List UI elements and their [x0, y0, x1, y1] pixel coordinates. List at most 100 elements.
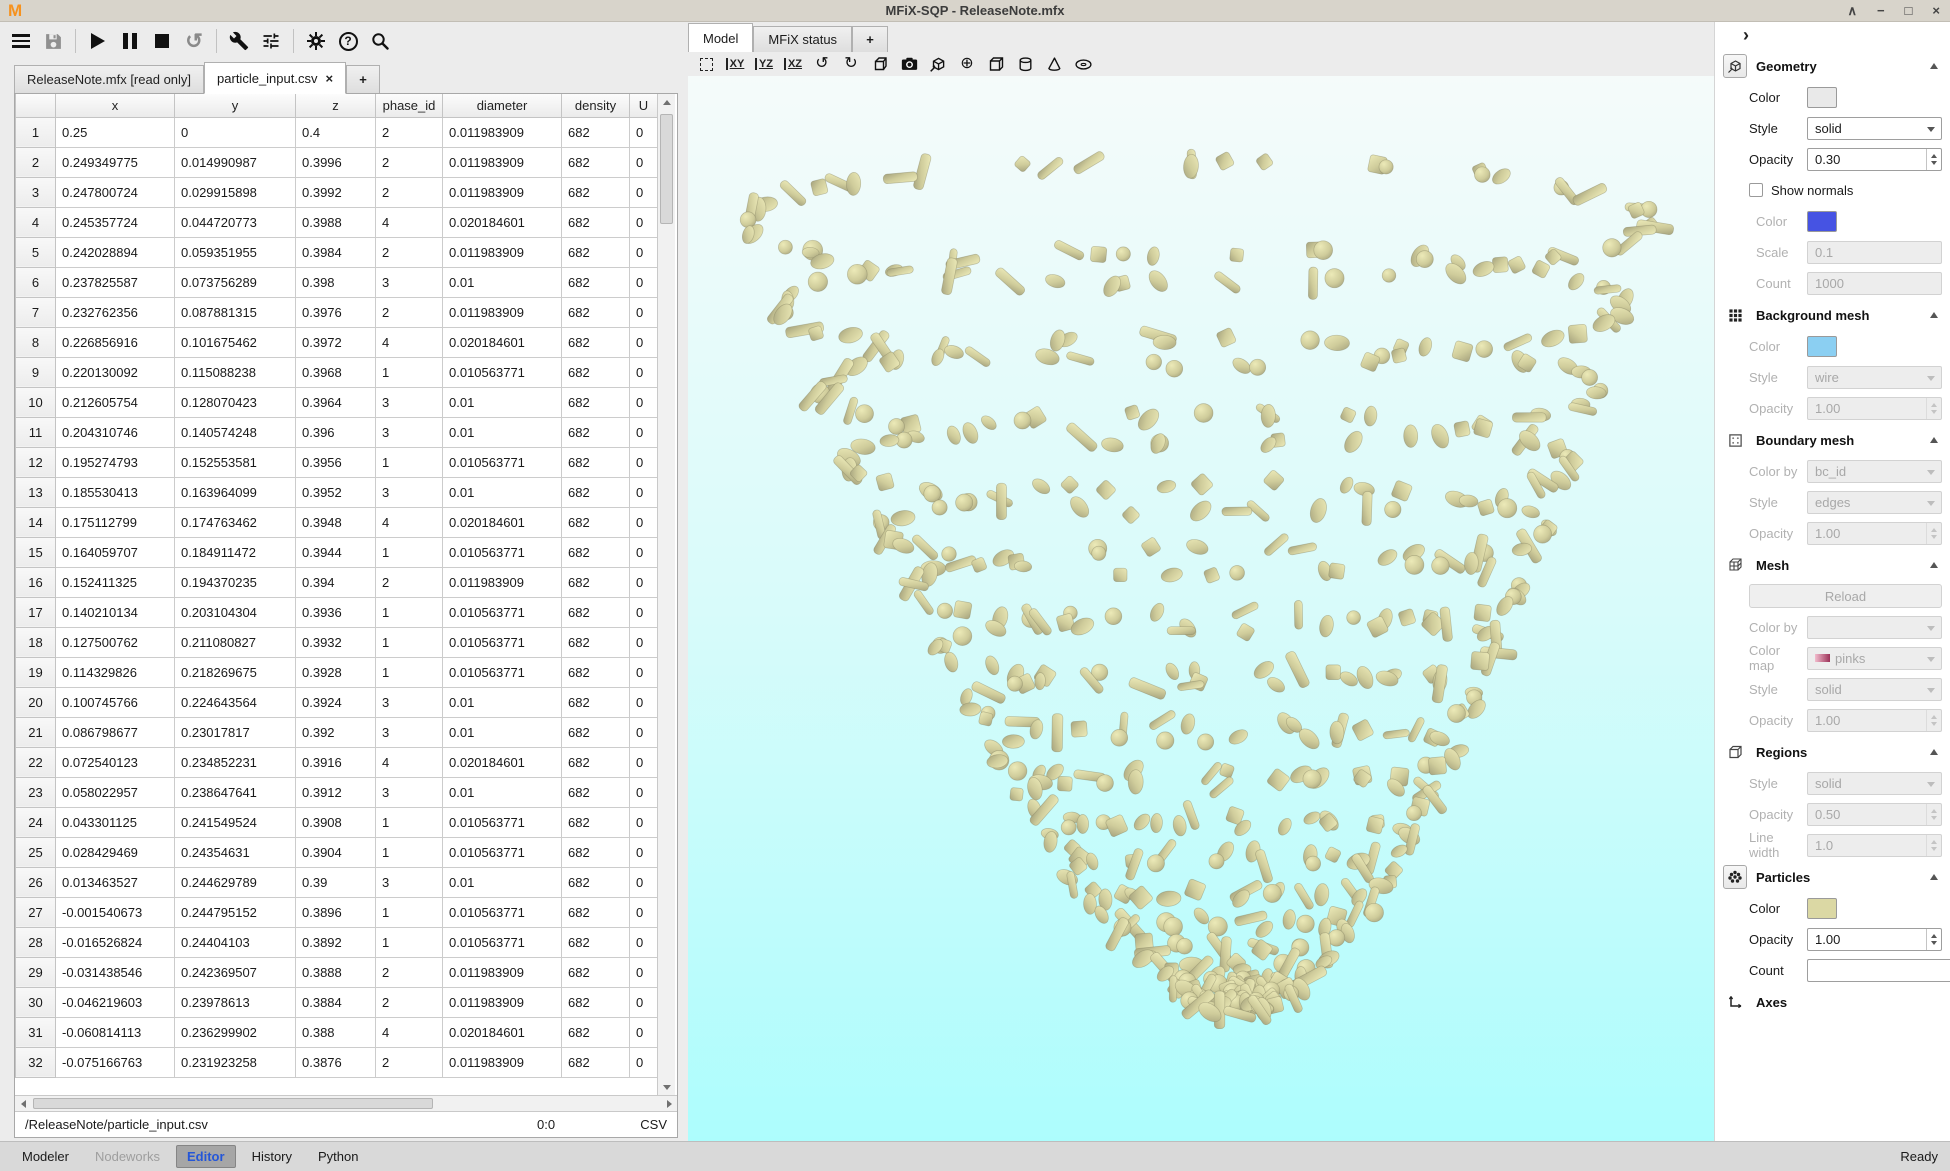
cell[interactable]: 3: [376, 717, 443, 747]
cell[interactable]: 0.058022957: [56, 777, 175, 807]
tab-releasenote-mfx[interactable]: ReleaseNote.mfx [read only]: [14, 65, 204, 93]
cell[interactable]: 0.232762356: [56, 297, 175, 327]
cell[interactable]: 682: [562, 327, 630, 357]
cell[interactable]: 2: [376, 237, 443, 267]
cell[interactable]: 682: [562, 117, 630, 147]
cell[interactable]: 0: [630, 507, 658, 537]
tab-model[interactable]: Model: [688, 23, 753, 52]
cell[interactable]: 0.020184601: [443, 1017, 562, 1047]
row-number-cell[interactable]: 7: [16, 297, 56, 327]
cell[interactable]: 0: [630, 1047, 658, 1077]
cell[interactable]: 0.152553581: [175, 447, 296, 477]
tab-particle-input-csv[interactable]: particle_input.csv ×: [204, 62, 346, 94]
row-number-cell[interactable]: 31: [16, 1017, 56, 1047]
cell[interactable]: 1: [376, 807, 443, 837]
cell[interactable]: 0.392: [296, 717, 376, 747]
cell[interactable]: 0.020184601: [443, 507, 562, 537]
cell[interactable]: 682: [562, 207, 630, 237]
cell[interactable]: 0.3976: [296, 297, 376, 327]
cell[interactable]: 0.244629789: [175, 867, 296, 897]
title-bar[interactable]: M MFiX-SQP - ReleaseNote.mfx ∧ − □ ×: [0, 0, 1950, 22]
cell[interactable]: 682: [562, 147, 630, 177]
view-xy-button[interactable]: XY: [725, 54, 745, 74]
cell[interactable]: 0.100745766: [56, 687, 175, 717]
cell[interactable]: 0.3964: [296, 387, 376, 417]
cell[interactable]: 0.184911472: [175, 537, 296, 567]
minimize-window-button[interactable]: −: [1877, 0, 1885, 22]
cell[interactable]: 0.010563771: [443, 927, 562, 957]
cell[interactable]: 0.398: [296, 267, 376, 297]
scroll-down-icon[interactable]: [658, 1079, 675, 1095]
row-number-cell[interactable]: 11: [16, 417, 56, 447]
cell[interactable]: 0.01: [443, 867, 562, 897]
cell[interactable]: 0: [630, 597, 658, 627]
spinner-arrows[interactable]: [1926, 929, 1941, 950]
cell[interactable]: 0.072540123: [56, 747, 175, 777]
filter-box-button[interactable]: [986, 54, 1006, 74]
row-number-cell[interactable]: 32: [16, 1047, 56, 1077]
cell[interactable]: 0.087881315: [175, 297, 296, 327]
cell[interactable]: -0.046219603: [56, 987, 175, 1017]
cell[interactable]: 0.3904: [296, 837, 376, 867]
row-number-cell[interactable]: 29: [16, 957, 56, 987]
boundary-mesh-toggle[interactable]: [1723, 428, 1747, 452]
cell[interactable]: 0.194370235: [175, 567, 296, 597]
scrollbar-thumb[interactable]: [33, 1098, 433, 1109]
cell[interactable]: 0.014990987: [175, 147, 296, 177]
cell[interactable]: 0.212605754: [56, 387, 175, 417]
cell[interactable]: 682: [562, 507, 630, 537]
row-number-cell[interactable]: 2: [16, 147, 56, 177]
cell[interactable]: 0.011983909: [443, 237, 562, 267]
cell[interactable]: 0.3924: [296, 687, 376, 717]
mode-button-python[interactable]: Python: [308, 1146, 368, 1167]
geometry-color-swatch[interactable]: [1807, 87, 1837, 108]
cell[interactable]: 682: [562, 357, 630, 387]
cell[interactable]: 682: [562, 447, 630, 477]
cell[interactable]: 0.086798677: [56, 717, 175, 747]
cell[interactable]: 0: [630, 417, 658, 447]
cell[interactable]: 1: [376, 627, 443, 657]
cell[interactable]: 682: [562, 777, 630, 807]
cell[interactable]: 2: [376, 147, 443, 177]
cell[interactable]: 0.043301125: [56, 807, 175, 837]
geometry-visibility-toggle[interactable]: [1723, 54, 1747, 78]
column-header-y[interactable]: y: [175, 94, 296, 117]
cell[interactable]: 0.3996: [296, 147, 376, 177]
cell[interactable]: 0.247800724: [56, 177, 175, 207]
mode-button-history[interactable]: History: [242, 1146, 302, 1167]
help-button[interactable]: ?: [333, 26, 363, 56]
cell[interactable]: 0.3876: [296, 1047, 376, 1077]
cell[interactable]: 0.174763462: [175, 507, 296, 537]
cell[interactable]: 0.127500762: [56, 627, 175, 657]
cell[interactable]: 0.175112799: [56, 507, 175, 537]
cell[interactable]: 0.3936: [296, 597, 376, 627]
collapse-section-icon[interactable]: [1930, 437, 1938, 443]
cell[interactable]: 0.224643564: [175, 687, 296, 717]
cell[interactable]: 0: [630, 807, 658, 837]
cell[interactable]: 0: [175, 117, 296, 147]
cell[interactable]: 682: [562, 657, 630, 687]
particles-visibility-toggle[interactable]: [1723, 865, 1747, 889]
cell[interactable]: 0.244795152: [175, 897, 296, 927]
row-number-cell[interactable]: 26: [16, 867, 56, 897]
cell[interactable]: 0.020184601: [443, 747, 562, 777]
cell[interactable]: 0.3956: [296, 447, 376, 477]
cell[interactable]: 0.394: [296, 567, 376, 597]
cell[interactable]: 0.39: [296, 867, 376, 897]
cell[interactable]: -0.031438546: [56, 957, 175, 987]
cell[interactable]: 0.013463527: [56, 867, 175, 897]
settings-button[interactable]: [301, 26, 331, 56]
particles-count-input[interactable]: [1807, 959, 1950, 982]
cell[interactable]: 0: [630, 837, 658, 867]
row-number-cell[interactable]: 4: [16, 207, 56, 237]
run-button[interactable]: [83, 26, 113, 56]
cell[interactable]: 0.010563771: [443, 897, 562, 927]
cell[interactable]: 0.164059707: [56, 537, 175, 567]
column-header-diameter[interactable]: diameter: [443, 94, 562, 117]
particle-render[interactable]: [688, 76, 1714, 1141]
filter-cylinder-button[interactable]: [1015, 54, 1035, 74]
row-number-cell[interactable]: 24: [16, 807, 56, 837]
cell[interactable]: 0.163964099: [175, 477, 296, 507]
rotate-left-button[interactable]: ↺: [812, 54, 832, 74]
cell[interactable]: 0.24404103: [175, 927, 296, 957]
